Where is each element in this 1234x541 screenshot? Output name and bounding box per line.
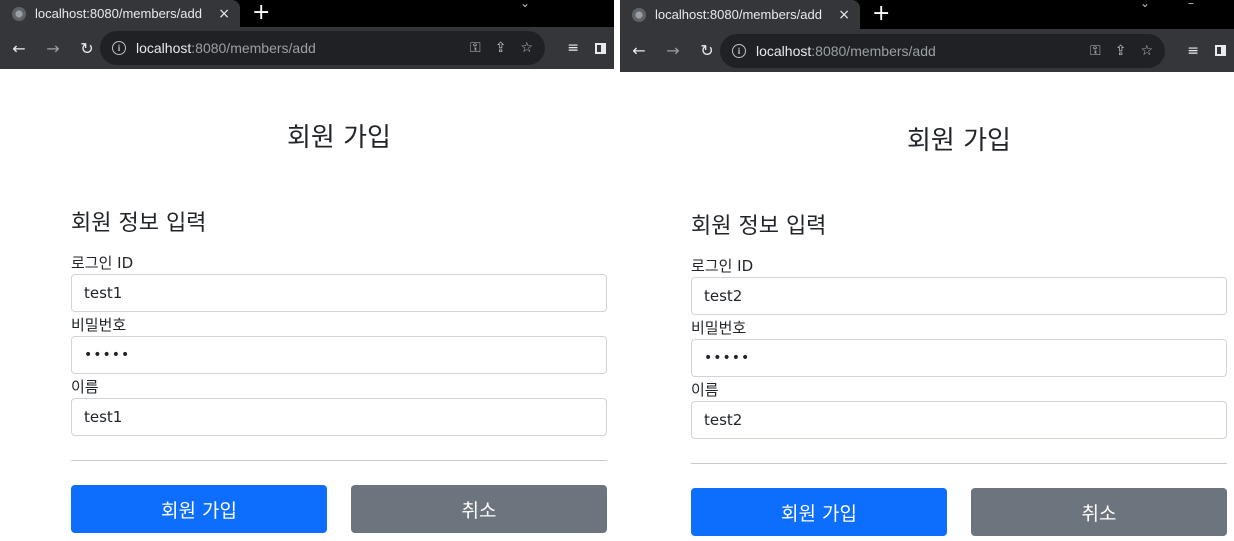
- new-tab-button[interactable]: +: [872, 3, 890, 25]
- forward-button[interactable]: →: [662, 40, 684, 62]
- key-icon[interactable]: ⚿: [470, 40, 481, 56]
- close-tab-icon[interactable]: ×: [218, 7, 230, 21]
- cancel-button[interactable]: 취소: [971, 488, 1227, 536]
- login-id-input[interactable]: [71, 274, 607, 312]
- name-label: 이름: [71, 378, 99, 396]
- side-panel-icon[interactable]: [1215, 45, 1226, 56]
- browser-toolbar: ← → ↻ i localhost:8080/members/add ⚿ ⇪ ☆…: [0, 27, 614, 69]
- cancel-button[interactable]: 취소: [351, 485, 607, 533]
- side-panel-icon[interactable]: [595, 42, 606, 54]
- close-tab-icon[interactable]: ×: [838, 8, 850, 22]
- minimize-icon[interactable]: –: [1188, 0, 1194, 10]
- address-bar[interactable]: i localhost:8080/members/add ⚿ ⇪ ☆: [720, 34, 1165, 68]
- login-id-label: 로그인 ID: [71, 254, 134, 272]
- star-icon[interactable]: ☆: [520, 40, 533, 56]
- star-icon[interactable]: ☆: [1140, 43, 1153, 59]
- url-text: localhost:8080/members/add: [756, 43, 936, 59]
- browser-toolbar: ← → ↻ i localhost:8080/members/add ⚿ ⇪ ☆…: [620, 29, 1234, 72]
- login-id-label: 로그인 ID: [691, 257, 754, 275]
- omnibox-actions: ⚿ ⇪ ☆: [470, 40, 533, 56]
- url-host: localhost: [756, 43, 812, 59]
- password-label: 비밀번호: [71, 316, 127, 334]
- share-icon[interactable]: ⇪: [1115, 43, 1127, 59]
- section-title: 회원 정보 입력: [71, 211, 207, 236]
- chevron-down-icon[interactable]: ⌄: [1140, 0, 1150, 10]
- share-icon[interactable]: ⇪: [495, 40, 507, 56]
- back-button[interactable]: ←: [8, 37, 30, 59]
- reading-list-icon[interactable]: ≡: [1187, 43, 1199, 59]
- submit-button[interactable]: 회원 가입: [71, 485, 327, 533]
- chevron-down-icon[interactable]: ⌄: [520, 0, 530, 10]
- globe-icon: [12, 6, 26, 21]
- form-divider: [691, 463, 1227, 464]
- globe-icon: [632, 7, 646, 22]
- new-tab-button[interactable]: +: [252, 2, 270, 24]
- password-label: 비밀번호: [691, 319, 747, 337]
- password-input[interactable]: [71, 336, 607, 374]
- reading-list-icon[interactable]: ≡: [567, 40, 579, 56]
- url-path: :8080/members/add: [811, 43, 936, 59]
- browser-tab[interactable]: localhost:8080/members/add ×: [620, 0, 860, 29]
- password-input[interactable]: [691, 339, 1227, 377]
- omnibox-actions: ⚿ ⇪ ☆: [1090, 43, 1153, 59]
- tab-title: localhost:8080/members/add: [35, 6, 202, 21]
- forward-button[interactable]: →: [42, 37, 64, 59]
- url-text: localhost:8080/members/add: [136, 40, 316, 56]
- address-bar[interactable]: i localhost:8080/members/add ⚿ ⇪ ☆: [100, 31, 545, 65]
- reload-button[interactable]: ↻: [696, 40, 718, 62]
- toolbar-right: ≡: [1187, 43, 1226, 59]
- tab-strip: localhost:8080/members/add × + ⌄ –: [620, 0, 1234, 29]
- reload-button[interactable]: ↻: [76, 37, 98, 59]
- url-path: :8080/members/add: [191, 40, 316, 56]
- tab-title: localhost:8080/members/add: [655, 7, 822, 22]
- tab-strip: localhost:8080/members/add × + ⌄: [0, 0, 614, 27]
- browser-window-left: localhost:8080/members/add × + ⌄ ← → ↻ i…: [0, 0, 614, 541]
- form-divider: [71, 460, 607, 461]
- page-title: 회원 가입: [287, 123, 391, 153]
- section-title: 회원 정보 입력: [691, 214, 827, 239]
- back-button[interactable]: ←: [628, 40, 650, 62]
- page-title: 회원 가입: [907, 126, 1011, 156]
- toolbar-right: ≡: [567, 40, 606, 56]
- name-label: 이름: [691, 381, 719, 399]
- submit-button[interactable]: 회원 가입: [691, 488, 947, 536]
- login-id-input[interactable]: [691, 277, 1227, 315]
- info-icon[interactable]: i: [112, 41, 126, 55]
- browser-window-right: localhost:8080/members/add × + ⌄ – ← → ↻…: [620, 0, 1234, 541]
- name-input[interactable]: [71, 398, 607, 436]
- url-host: localhost: [136, 40, 192, 56]
- name-input[interactable]: [691, 401, 1227, 439]
- info-icon[interactable]: i: [732, 44, 746, 58]
- key-icon[interactable]: ⚿: [1090, 43, 1101, 59]
- browser-tab[interactable]: localhost:8080/members/add ×: [0, 0, 240, 27]
